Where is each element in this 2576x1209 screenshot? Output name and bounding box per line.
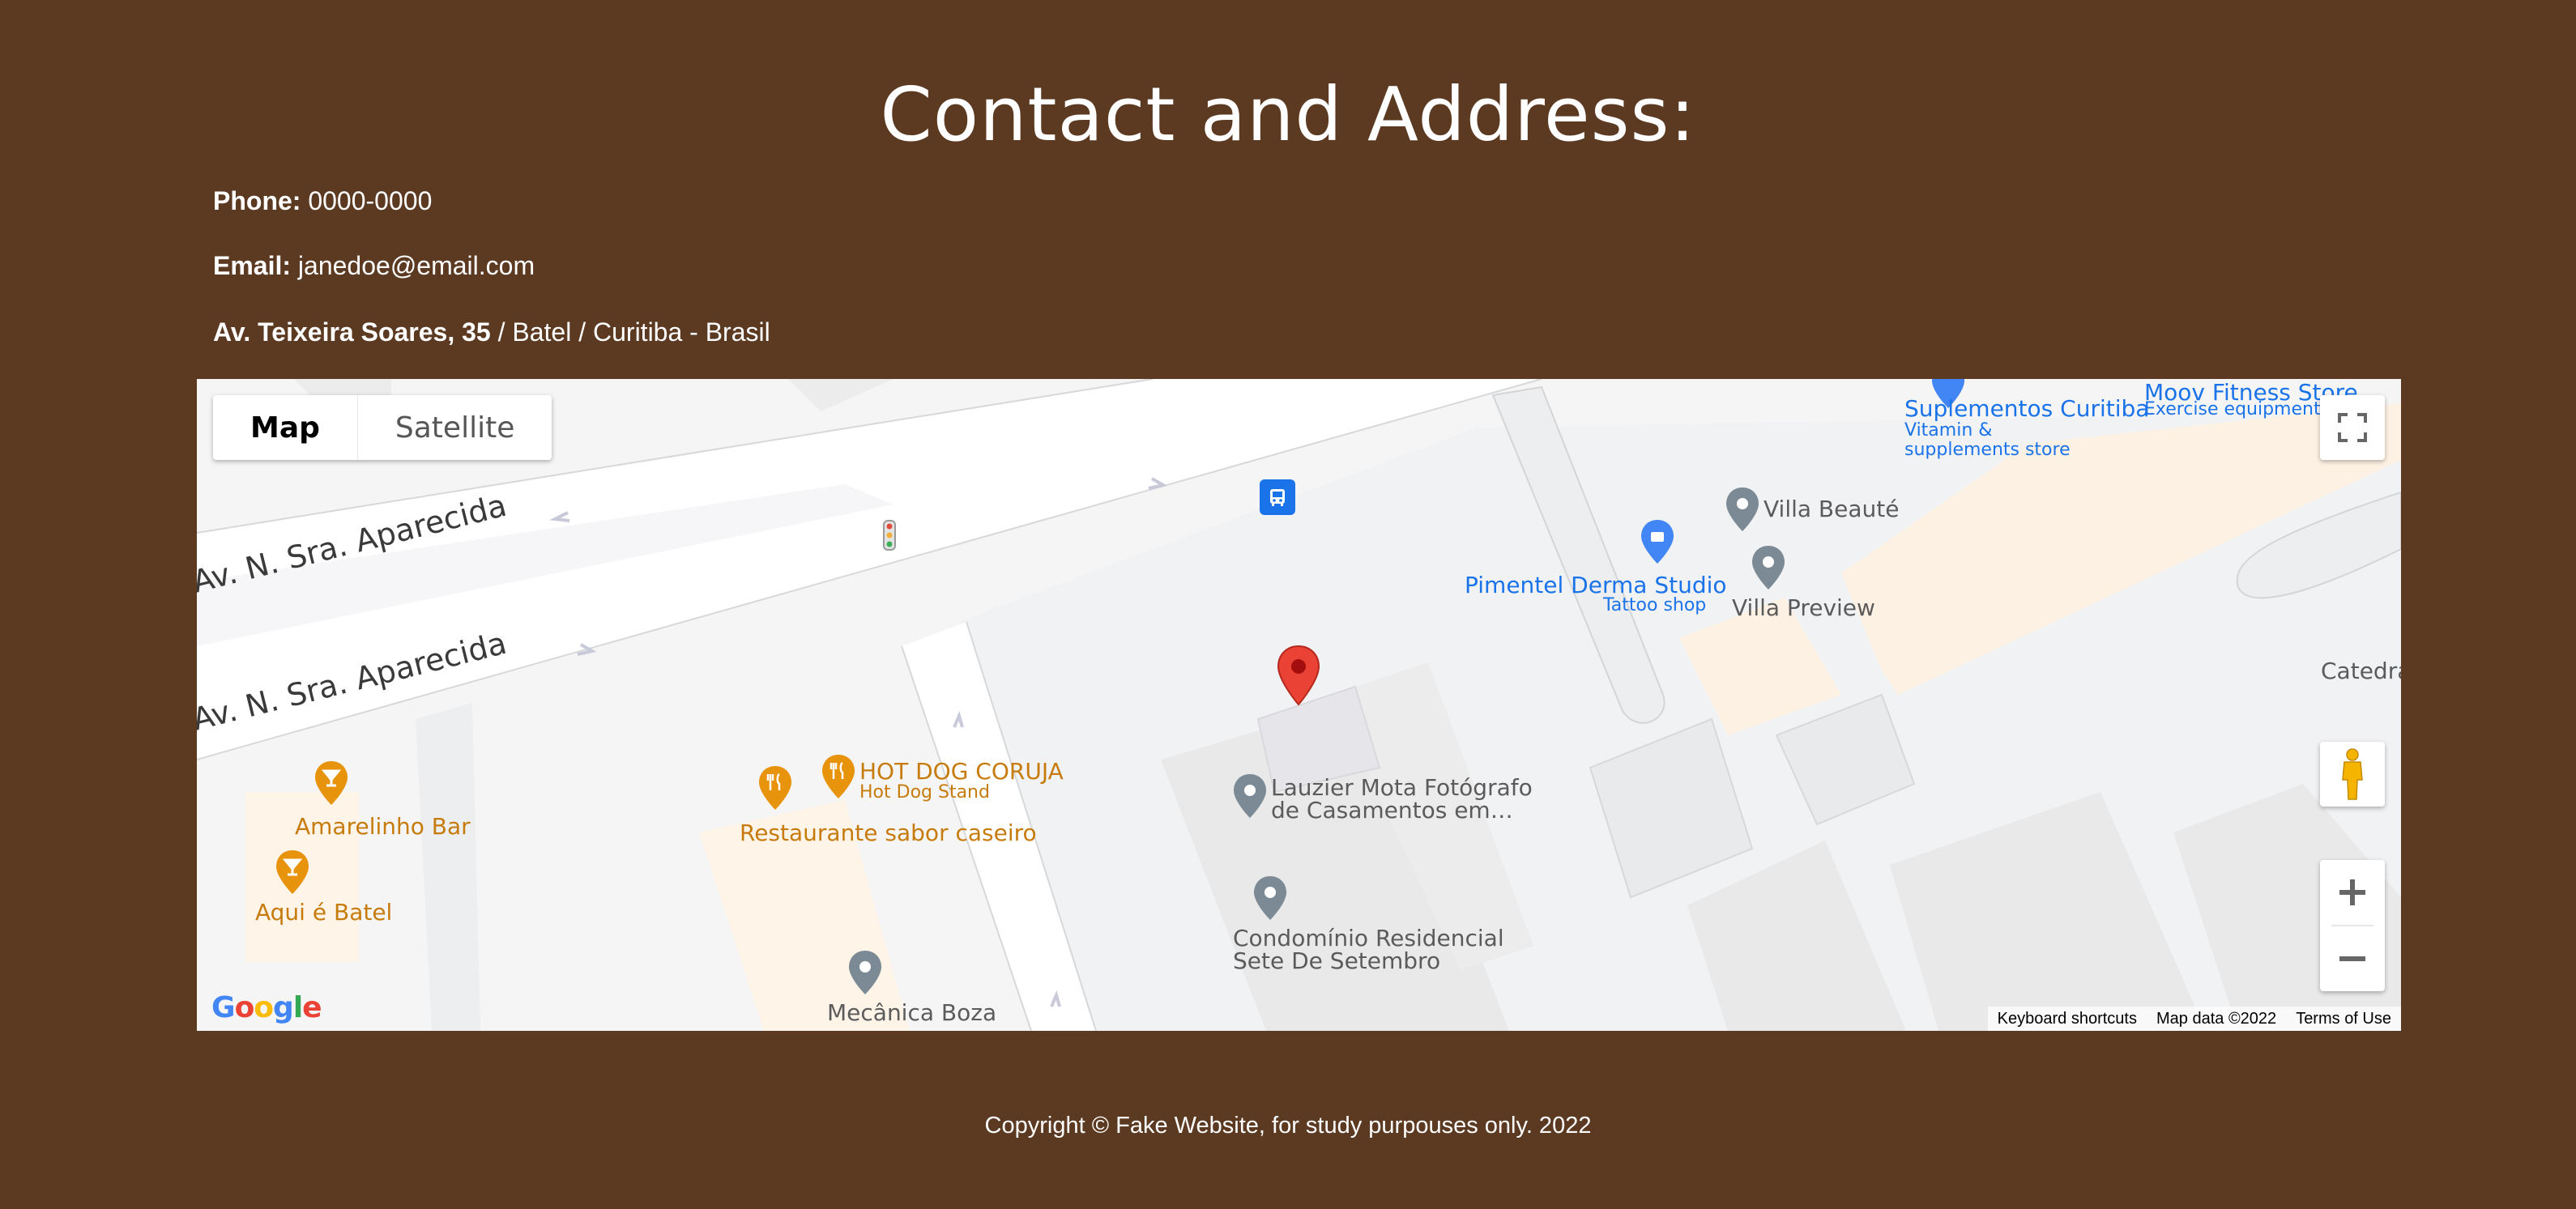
address-city: / Batel / Curitiba - Brasil bbox=[490, 317, 770, 347]
poi-label: Sete De Setembro bbox=[1233, 947, 1441, 974]
keyboard-shortcuts-link[interactable]: Keyboard shortcuts bbox=[1998, 1010, 2137, 1028]
map-pin-icon[interactable] bbox=[1252, 875, 1288, 925]
fullscreen-button[interactable] bbox=[2320, 395, 2385, 460]
poi-label: de Casamentos em… bbox=[1271, 797, 1513, 824]
bar-pin-icon[interactable] bbox=[313, 760, 349, 810]
poi-label[interactable]: Amarelinho Bar bbox=[295, 813, 471, 840]
minus-icon bbox=[2339, 956, 2365, 961]
email-line: Email: janedoe@email.com bbox=[213, 251, 535, 281]
phone-value: 0000-0000 bbox=[308, 186, 433, 215]
zoom-control bbox=[2320, 860, 2385, 991]
map-type-satellite-button[interactable]: Satellite bbox=[358, 395, 552, 460]
map-pin-icon[interactable] bbox=[1751, 544, 1786, 594]
phone-label: Phone: bbox=[213, 186, 301, 215]
map-data-text: Map data ©2022 bbox=[2156, 1009, 2277, 1028]
poi-sublabel: Tattoo shop bbox=[1603, 595, 1707, 615]
email-value: janedoe@email.com bbox=[297, 251, 535, 280]
poi-label[interactable]: Catedra bbox=[2321, 659, 2401, 683]
google-logo[interactable]: Google bbox=[211, 991, 322, 1024]
footer-copyright: Copyright © Fake Website, for study purp… bbox=[984, 1113, 1592, 1139]
map-pin-icon[interactable] bbox=[1725, 486, 1760, 536]
poi-sublabel: Vitamin & bbox=[1904, 420, 1993, 441]
bar-pin-icon[interactable] bbox=[275, 849, 310, 899]
zoom-in-button[interactable] bbox=[2320, 860, 2385, 925]
poi-sublabel: Hot Dog Stand bbox=[859, 782, 990, 802]
poi-label[interactable]: Villa Preview bbox=[1732, 596, 1875, 620]
plus-icon bbox=[2339, 879, 2365, 905]
poi-label[interactable]: Villa Beauté bbox=[1764, 497, 1899, 521]
phone-line: Phone: 0000-0000 bbox=[213, 186, 432, 216]
terms-of-use-link[interactable]: Terms of Use bbox=[2296, 1010, 2391, 1028]
email-label: Email: bbox=[213, 251, 292, 280]
poi-label[interactable]: Mecânica Boza bbox=[827, 1001, 996, 1025]
poi-label[interactable]: HOT DOG CORUJA bbox=[859, 758, 1064, 785]
poi-label[interactable]: Restaurante sabor caseiro bbox=[740, 819, 1037, 846]
map-type-control: Map Satellite bbox=[213, 395, 552, 460]
poi-sublabel: supplements store bbox=[1904, 440, 2071, 460]
shopping-pin-icon[interactable] bbox=[1640, 518, 1675, 568]
page-title: Contact and Address: bbox=[880, 71, 1696, 158]
zoom-out-button[interactable] bbox=[2320, 926, 2385, 991]
restaurant-pin-icon[interactable] bbox=[757, 764, 793, 815]
address-street: Av. Teixeira Soares, 35 bbox=[213, 317, 491, 347]
map-pin-icon[interactable] bbox=[1232, 773, 1268, 823]
poi-label[interactable]: Aqui é Batel bbox=[255, 899, 392, 926]
street-view-button[interactable] bbox=[2320, 742, 2385, 807]
map-pin-icon[interactable] bbox=[847, 949, 883, 999]
embedded-map[interactable]: Av. N. Sra. Aparecida Av. N. Sra. Aparec… bbox=[197, 379, 2401, 1031]
poi-label[interactable]: Suplementos Curitiba bbox=[1904, 395, 2149, 422]
pegman-icon bbox=[2342, 748, 2363, 800]
fullscreen-icon bbox=[2338, 413, 2367, 442]
restaurant-pin-icon[interactable] bbox=[821, 753, 856, 803]
location-marker-icon[interactable] bbox=[1277, 645, 1320, 709]
map-type-map-button[interactable]: Map bbox=[213, 395, 358, 460]
map-attribution: Keyboard shortcuts Map data ©2022 Terms … bbox=[1987, 1007, 2401, 1031]
address-line: Av. Teixeira Soares, 35 / Batel / Curiti… bbox=[213, 317, 770, 347]
bus-stop-icon[interactable] bbox=[1260, 479, 1295, 515]
poi-sublabel: Exercise equipment st bbox=[2144, 399, 2343, 419]
